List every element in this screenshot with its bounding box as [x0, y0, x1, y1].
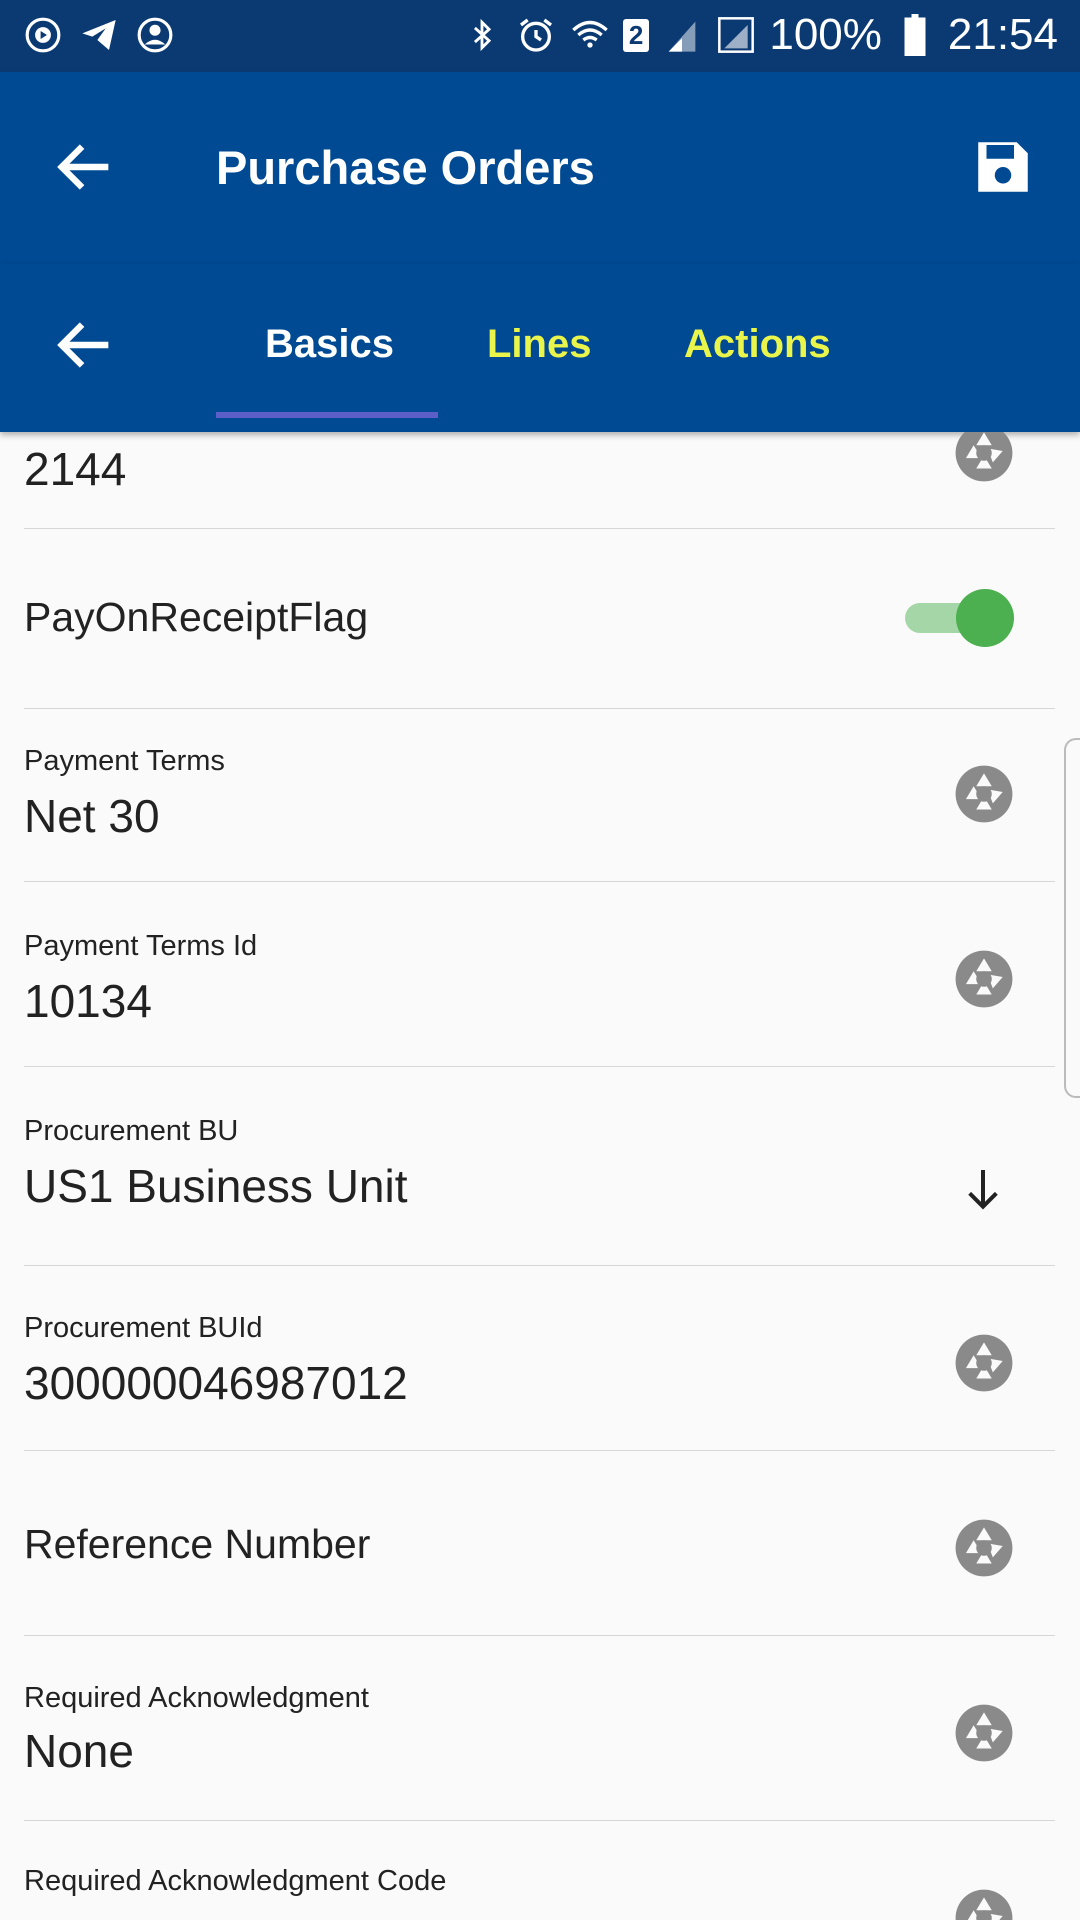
clock: 21:54 [947, 10, 1058, 59]
pay-on-receipt-toggle[interactable] [905, 588, 1015, 648]
aperture-icon[interactable] [953, 948, 1015, 1010]
field-row[interactable]: Procurement BUId 300000046987012 [24, 1266, 1055, 1451]
tab-back-arrow-icon[interactable] [50, 310, 120, 380]
field-value[interactable]: 300000046987012 [24, 1356, 408, 1410]
aperture-icon[interactable] [953, 1702, 1015, 1764]
aperture-icon[interactable] [953, 763, 1015, 825]
aperture-icon[interactable] [953, 432, 1015, 484]
scrollbar[interactable] [1064, 738, 1080, 1098]
tab-basics[interactable]: Basics [265, 322, 394, 367]
wifi-icon [569, 14, 611, 56]
tab-lines[interactable]: Lines [487, 322, 591, 367]
procurement-bu-select[interactable]: US1 Business Unit [24, 1159, 408, 1213]
field-row[interactable]: 2144 [24, 432, 1055, 529]
app-bar: Purchase Orders [0, 72, 1080, 264]
field-value[interactable]: Net 30 [24, 789, 160, 843]
field-label: Payment Terms [24, 745, 225, 777]
bluetooth-icon [461, 14, 503, 56]
back-arrow-icon[interactable] [50, 132, 120, 202]
field-row[interactable]: Reference Number [24, 1451, 1055, 1636]
page-title: Purchase Orders [216, 141, 595, 194]
tab-bar: Basics Lines Actions [0, 264, 1080, 432]
aperture-icon[interactable] [953, 1332, 1015, 1394]
field-label: Required Acknowledgment Code [24, 1865, 447, 1897]
battery-percent: 100% [769, 10, 882, 59]
field-label: Procurement BU [24, 1115, 239, 1147]
play-circle-icon [22, 14, 64, 56]
status-bar: 2 100% 21:54 [0, 0, 1080, 72]
aperture-icon[interactable] [953, 1887, 1015, 1920]
telegram-icon [78, 14, 120, 56]
field-label: Required Acknowledgment [24, 1682, 369, 1714]
status-left-icons [22, 14, 176, 56]
status-right-icons: 2 100% 21:54 [461, 10, 1058, 60]
aperture-icon[interactable] [953, 1517, 1015, 1579]
field-value[interactable]: 10134 [24, 974, 152, 1028]
wifi-badge: 2 [622, 18, 650, 52]
save-icon[interactable] [970, 134, 1036, 200]
account-circle-icon [134, 14, 176, 56]
field-row[interactable]: Payment Terms Id 10134 [24, 882, 1055, 1067]
signal-roaming-icon [661, 14, 703, 56]
field-label: Reference Number [24, 1521, 371, 1567]
tab-actions[interactable]: Actions [684, 322, 831, 367]
field-row[interactable]: PayOnReceiptFlag [24, 528, 1055, 709]
field-value[interactable]: None [24, 1724, 134, 1778]
signal-icon [715, 14, 757, 56]
arrow-down-icon[interactable] [963, 1165, 1003, 1215]
battery-icon [894, 14, 936, 56]
form-content[interactable]: 2144 PayOnReceiptFlag Payment Terms Net … [0, 432, 1080, 1920]
field-row[interactable]: Procurement BU US1 Business Unit [24, 1067, 1055, 1266]
field-label: Payment Terms Id [24, 930, 258, 962]
field-row[interactable]: Required Acknowledgment Code [24, 1821, 1055, 1920]
tab-indicator [216, 412, 438, 418]
field-row[interactable]: Payment Terms Net 30 [24, 709, 1055, 882]
field-label: PayOnReceiptFlag [24, 594, 369, 640]
field-value[interactable]: 2144 [24, 442, 126, 496]
alarm-icon [515, 14, 557, 56]
field-label: Procurement BUId [24, 1312, 263, 1344]
field-row[interactable]: Required Acknowledgment None [24, 1636, 1055, 1821]
